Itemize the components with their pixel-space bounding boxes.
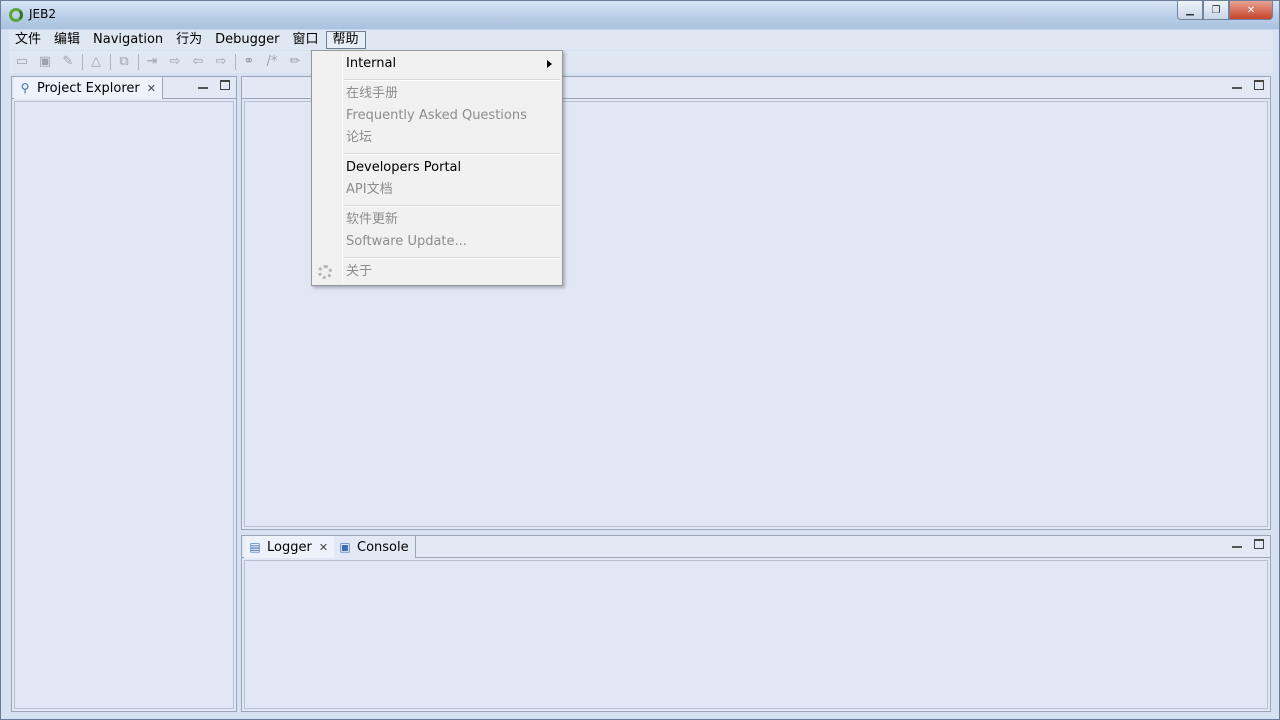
menu-gutter — [342, 53, 343, 283]
jeb-logo-icon — [9, 8, 23, 22]
maximize-panel-icon[interactable] — [1254, 80, 1264, 90]
link-icon[interactable]: ⚭ — [240, 53, 258, 71]
toolbar: ▭ ▣ ✎ △ ⧉ ⇥ ⇨ ⇦ ⇨ ⚭ /* ✏ — [9, 51, 1273, 73]
menu-separator — [344, 153, 560, 155]
app-window: JEB2 ▁ ❐ ✕ 文件 编辑 Navigation 行为 Debugger … — [0, 0, 1280, 720]
minimize-panel-icon[interactable] — [198, 79, 208, 89]
about-icon — [318, 265, 332, 279]
close-icon[interactable]: ✕ — [319, 541, 328, 554]
logger-header: ▤ Logger ✕ ▣ Console — [242, 536, 1270, 558]
project-explorer-label: Project Explorer — [37, 80, 140, 96]
maximize-panel-icon[interactable] — [220, 80, 230, 90]
open-folder-icon[interactable]: ▭ — [13, 53, 31, 71]
title-bar: JEB2 ▁ ❐ ✕ — [1, 1, 1279, 29]
pencil-icon[interactable]: ✏ — [286, 53, 304, 71]
menu-item-developers-portal[interactable]: Developers Portal — [346, 157, 461, 179]
menu-item-online-manual[interactable]: 在线手册 — [346, 83, 398, 105]
warning-icon[interactable]: △ — [87, 53, 105, 71]
menu-separator — [344, 79, 560, 81]
maximize-button[interactable]: ❐ — [1203, 1, 1229, 20]
help-dropdown-menu: Internal 在线手册 Frequently Asked Questions… — [311, 50, 563, 286]
forward-arrow-icon[interactable]: ⇨ — [212, 53, 230, 71]
panel-controls — [1232, 539, 1264, 549]
panel-controls — [1232, 80, 1264, 90]
menu-file[interactable]: 文件 — [9, 31, 47, 49]
close-button[interactable]: ✕ — [1229, 1, 1273, 20]
menu-item-internal[interactable]: Internal — [346, 53, 560, 75]
panel-controls — [198, 80, 230, 90]
menu-edit[interactable]: 编辑 — [48, 31, 86, 49]
maximize-panel-icon[interactable] — [1254, 539, 1264, 549]
minimize-panel-icon[interactable] — [1232, 538, 1242, 548]
toolbar-separator — [82, 54, 83, 70]
submenu-arrow-icon — [547, 60, 552, 68]
menu-item-forum[interactable]: 论坛 — [346, 127, 372, 149]
tab-project-explorer[interactable]: ⚲ Project Explorer ✕ — [14, 77, 163, 99]
wrench-icon[interactable]: ✎ — [59, 53, 77, 71]
window-title: JEB2 — [29, 7, 56, 21]
console-icon: ▣ — [339, 540, 351, 554]
menu-item-internal-label: Internal — [346, 56, 397, 71]
back-arrow-icon[interactable]: ⇦ — [189, 53, 207, 71]
export-icon[interactable]: ⧉ — [115, 53, 133, 71]
project-explorer-header: ⚲ Project Explorer ✕ — [12, 77, 236, 99]
menu-item-faq[interactable]: Frequently Asked Questions — [346, 105, 527, 127]
toolbar-separator — [235, 54, 236, 70]
logger-icon: ▤ — [249, 540, 261, 554]
save-icon[interactable]: ▣ — [36, 53, 54, 71]
logger-body — [244, 560, 1268, 709]
menu-separator — [344, 205, 560, 207]
project-tree-icon: ⚲ — [20, 81, 30, 95]
logger-label: Logger — [267, 539, 312, 555]
menu-bar: 文件 编辑 Navigation 行为 Debugger 窗口 帮助 — [9, 30, 1273, 50]
tab-logger[interactable]: ▤ Logger ✕ — [244, 536, 336, 558]
project-explorer-body — [14, 101, 234, 709]
logger-panel: ▤ Logger ✕ ▣ Console — [241, 535, 1271, 712]
console-label: Console — [357, 539, 409, 555]
jump-icon[interactable]: ⇨ — [166, 53, 184, 71]
tab-console[interactable]: ▣ Console — [334, 536, 416, 558]
menu-debugger[interactable]: Debugger — [209, 31, 285, 49]
menu-item-about[interactable]: 关于 — [346, 261, 372, 283]
project-explorer-panel: ⚲ Project Explorer ✕ — [11, 76, 237, 712]
menu-window[interactable]: 窗口 — [287, 31, 325, 49]
menu-action[interactable]: 行为 — [170, 31, 208, 49]
step-into-icon[interactable]: ⇥ — [143, 53, 161, 71]
close-icon[interactable]: ✕ — [147, 82, 156, 95]
menu-help[interactable]: 帮助 — [325, 31, 366, 49]
toolbar-separator — [138, 54, 139, 70]
comment-icon[interactable]: /* — [263, 53, 281, 71]
window-controls: ▁ ❐ ✕ — [1177, 1, 1273, 21]
menu-navigation[interactable]: Navigation — [87, 31, 169, 49]
menu-item-api-docs[interactable]: API文档 — [346, 179, 393, 201]
toolbar-separator — [110, 54, 111, 70]
menu-item-software-update[interactable]: Software Update... — [346, 231, 467, 253]
minimize-button[interactable]: ▁ — [1177, 1, 1203, 20]
minimize-panel-icon[interactable] — [1232, 79, 1242, 89]
menu-separator — [344, 257, 560, 259]
menu-item-software-update-cn[interactable]: 软件更新 — [346, 209, 398, 231]
